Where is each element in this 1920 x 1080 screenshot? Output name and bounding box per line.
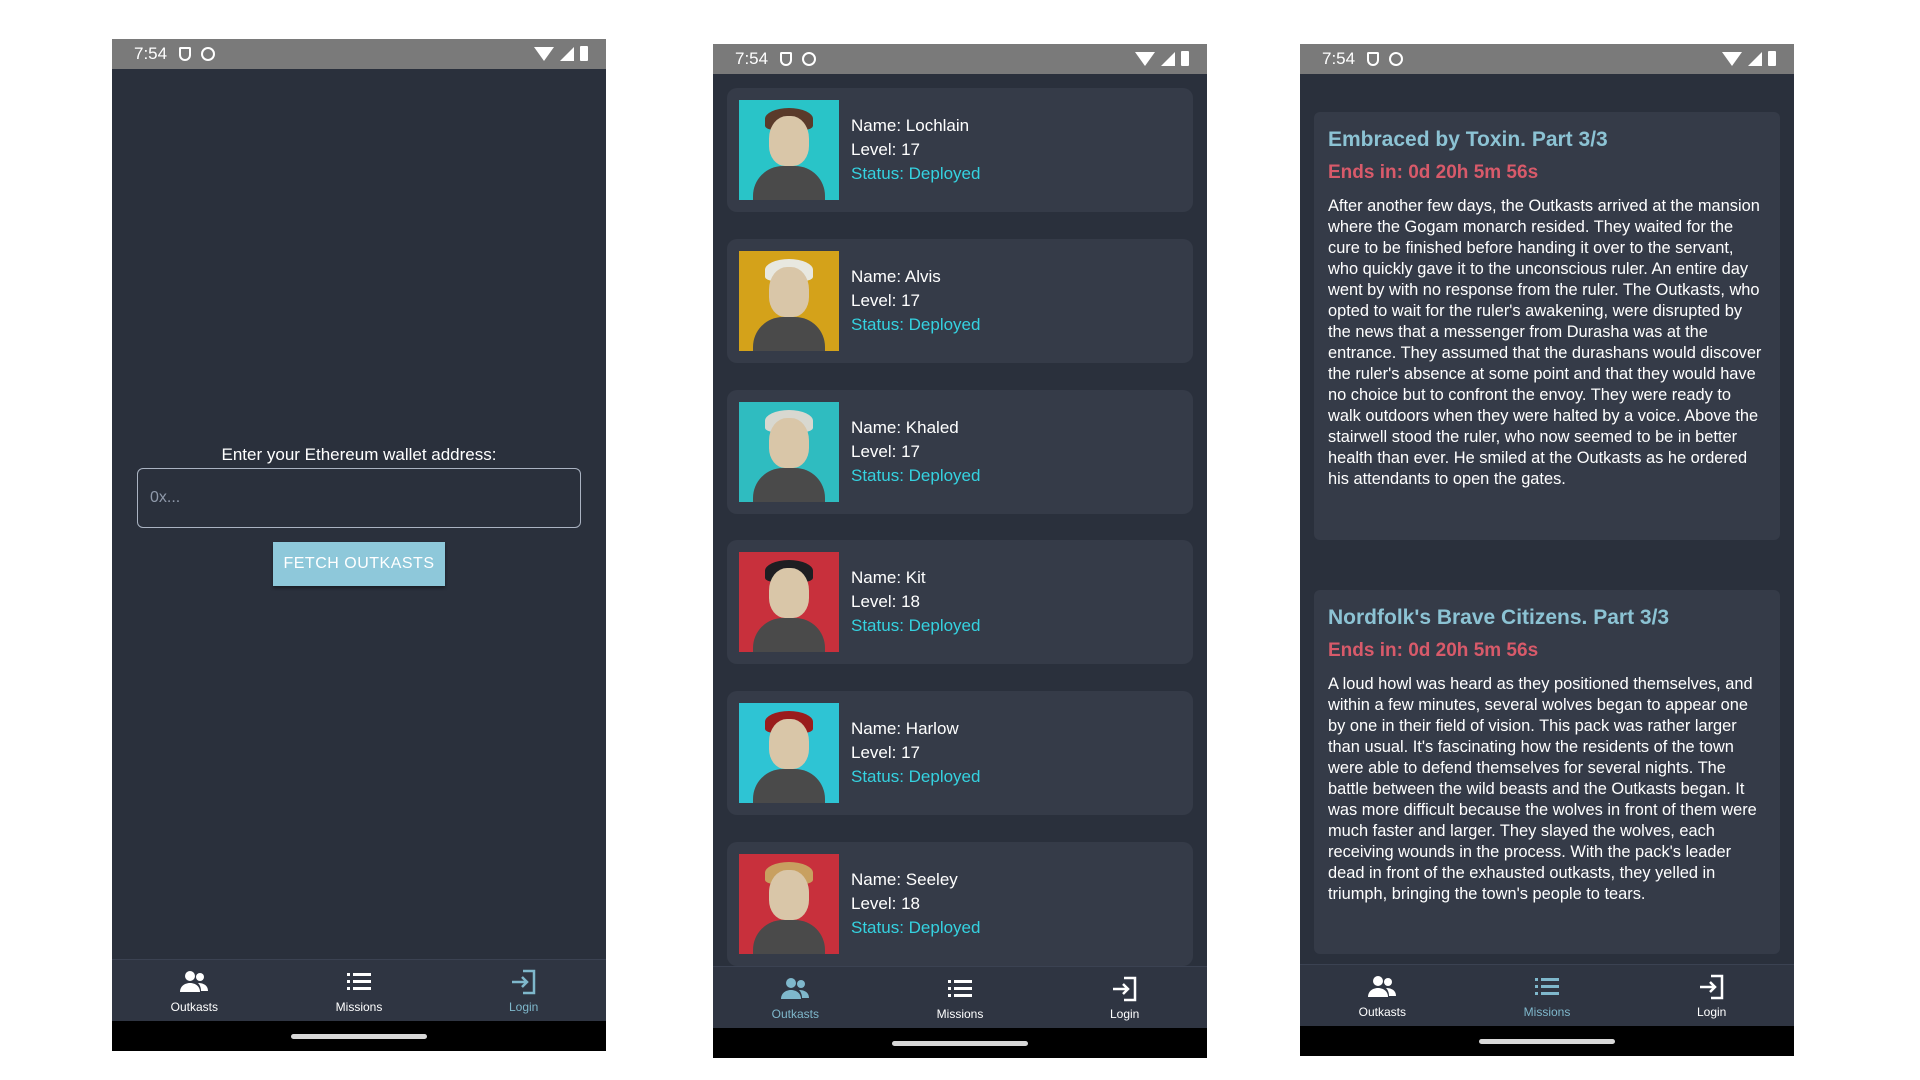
outkast-avatar (739, 552, 839, 652)
outkast-status: Status: Deployed (851, 918, 981, 937)
status-bar: 7:54 (713, 44, 1207, 74)
signal-icon (1748, 51, 1762, 66)
nav-outkasts[interactable]: Outkasts (713, 967, 878, 1029)
login-icon (511, 969, 535, 995)
wifi-icon (534, 46, 554, 61)
status-time: 7:54 (134, 44, 168, 63)
outkast-avatar (739, 854, 839, 954)
nav-login[interactable]: Login (441, 960, 606, 1022)
battery-icon (580, 46, 588, 61)
fetch-outkasts-button[interactable]: FETCH OUTKASTS (273, 542, 445, 586)
nav-missions-label: Missions (1523, 1005, 1571, 1019)
mission-countdown: Ends in: 0d 20h 5m 56s (1328, 162, 1539, 183)
nav-outkasts[interactable]: Outkasts (112, 960, 277, 1022)
nav-outkasts[interactable]: Outkasts (1300, 965, 1465, 1027)
notification-icon (1389, 52, 1404, 66)
wallet-address-input[interactable] (137, 468, 581, 528)
outkast-avatar (739, 251, 839, 351)
people-icon (1368, 976, 1397, 997)
outkast-card[interactable]: Name: Khaled Level: 17 Status: Deployed (727, 390, 1193, 514)
battery-icon (1181, 51, 1189, 66)
mission-card[interactable]: Nordfolk's Brave Citizens. Part 3/3 Ends… (1314, 590, 1780, 954)
status-bar: 7:54 (1300, 44, 1794, 74)
outkast-level: Level: 17 (851, 743, 920, 762)
outkast-card[interactable]: Name: Harlow Level: 17 Status: Deployed (727, 691, 1193, 815)
battery-icon (1768, 51, 1776, 66)
outkast-status: Status: Deployed (851, 315, 981, 334)
nav-login[interactable]: Login (1042, 967, 1207, 1029)
login-screen: 7:54 Enter your Ethereum wallet address:… (112, 39, 606, 1051)
people-icon (781, 978, 810, 999)
bottom-nav: Outkasts Missions Login (112, 959, 606, 1022)
mission-description: After another few days, the Outkasts arr… (1328, 197, 1762, 488)
nav-outkasts-label: Outkasts (170, 1000, 219, 1014)
list-icon (948, 980, 972, 997)
shield-icon (1367, 52, 1380, 66)
nav-login-label: Login (1109, 1007, 1140, 1021)
nav-missions-label: Missions (936, 1007, 984, 1021)
outkast-avatar (739, 402, 839, 502)
outkast-avatar (739, 100, 839, 200)
shield-icon (179, 47, 192, 61)
outkast-status: Status: Deployed (851, 616, 981, 635)
outkasts-screen: 7:54 Name: Lochlain Level: 17 Status: De… (713, 44, 1207, 1058)
nav-missions-label: Missions (335, 1000, 383, 1014)
outkast-card[interactable]: Name: Alvis Level: 17 Status: Deployed (727, 239, 1193, 363)
missions-screen: 7:54 Embraced by Toxin. Part 3/3 Ends in… (1300, 44, 1794, 1056)
outkast-name: Name: Khaled (851, 418, 959, 437)
list-icon (347, 973, 371, 990)
mission-description: A loud howl was heard as they positioned… (1328, 675, 1757, 903)
outkast-name: Name: Alvis (851, 267, 941, 286)
gesture-bar (1300, 1026, 1794, 1056)
nav-login-label: Login (508, 1000, 539, 1014)
outkast-name: Name: Seeley (851, 870, 958, 889)
gesture-bar (713, 1028, 1207, 1058)
outkast-name: Name: Kit (851, 568, 926, 587)
mission-card[interactable]: Embraced by Toxin. Part 3/3 Ends in: 0d … (1314, 112, 1780, 540)
list-icon (1535, 978, 1559, 995)
outkast-status: Status: Deployed (851, 767, 981, 786)
outkast-level: Level: 18 (851, 592, 920, 611)
login-icon (1112, 976, 1136, 1002)
outkast-card[interactable]: Name: Lochlain Level: 17 Status: Deploye… (727, 88, 1193, 212)
outkast-card[interactable]: Name: Seeley Level: 18 Status: Deployed (727, 842, 1193, 966)
outkast-avatar (739, 703, 839, 803)
shield-icon (780, 52, 793, 66)
outkast-status: Status: Deployed (851, 466, 981, 485)
nav-outkasts-label: Outkasts (771, 1007, 820, 1021)
nav-missions[interactable]: Missions (878, 967, 1043, 1029)
nav-outkasts-label: Outkasts (1358, 1005, 1407, 1019)
bottom-nav: Outkasts Missions Login (713, 966, 1207, 1029)
nav-missions[interactable]: Missions (1465, 965, 1630, 1027)
notification-icon (201, 47, 216, 61)
status-time: 7:54 (735, 49, 769, 68)
mission-title: Nordfolk's Brave Citizens. Part 3/3 (1328, 606, 1670, 629)
signal-icon (1161, 51, 1175, 66)
wifi-icon (1722, 51, 1742, 66)
wifi-icon (1135, 51, 1155, 66)
people-icon (180, 971, 209, 992)
outkast-level: Level: 17 (851, 291, 920, 310)
outkast-name: Name: Lochlain (851, 116, 970, 135)
wallet-label: Enter your Ethereum wallet address: (221, 445, 497, 464)
gesture-bar (112, 1021, 606, 1051)
signal-icon (560, 46, 574, 61)
outkast-name: Name: Harlow (851, 719, 959, 738)
status-time: 7:54 (1322, 49, 1356, 68)
outkast-level: Level: 18 (851, 894, 920, 913)
outkast-status: Status: Deployed (851, 164, 981, 183)
notification-icon (802, 52, 817, 66)
outkast-level: Level: 17 (851, 140, 920, 159)
outkast-card[interactable]: Name: Kit Level: 18 Status: Deployed (727, 540, 1193, 664)
nav-login[interactable]: Login (1629, 965, 1794, 1027)
mission-countdown: Ends in: 0d 20h 5m 56s (1328, 640, 1539, 661)
nav-login-label: Login (1696, 1005, 1727, 1019)
mission-title: Embraced by Toxin. Part 3/3 (1328, 128, 1608, 151)
nav-missions[interactable]: Missions (277, 960, 442, 1022)
login-icon (1699, 974, 1723, 1000)
outkast-level: Level: 17 (851, 442, 920, 461)
status-bar: 7:54 (112, 39, 606, 69)
bottom-nav: Outkasts Missions Login (1300, 964, 1794, 1027)
